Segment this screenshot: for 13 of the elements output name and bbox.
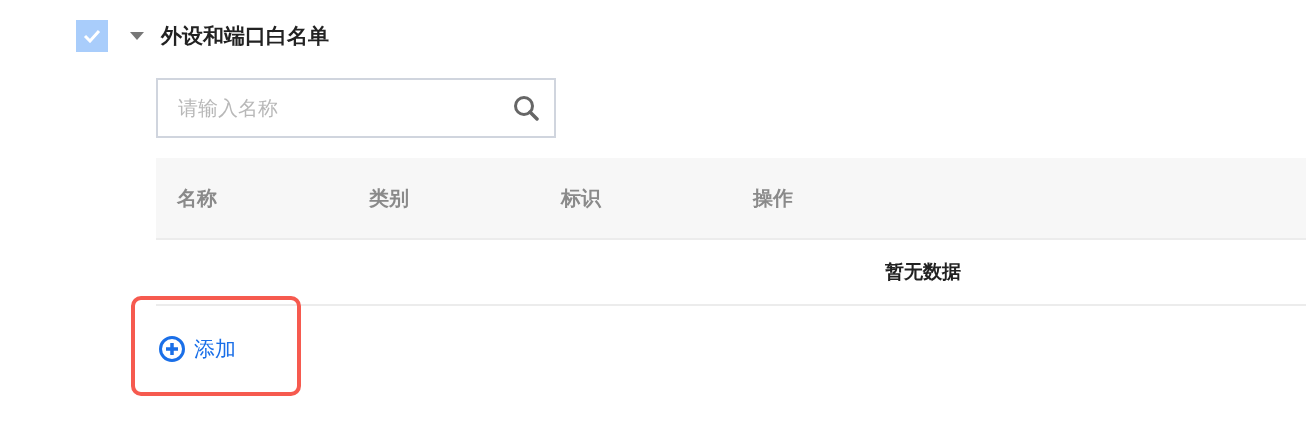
add-button[interactable]: 添加 (158, 306, 236, 392)
column-header: 操作 (751, 184, 794, 212)
search-icon[interactable] (513, 95, 539, 121)
column-header: 标识 (559, 184, 602, 212)
column-header: 名称 (176, 184, 218, 212)
caret-icon[interactable] (130, 32, 144, 40)
checkbox[interactable] (76, 20, 108, 52)
search-field[interactable]: 请输入名称 (156, 78, 556, 138)
plus-icon (158, 335, 186, 363)
empty-message: 暂无数据 (885, 259, 961, 284)
column-header: 类别 (368, 184, 410, 212)
section-title: 外设和端口白名单 (161, 23, 329, 50)
checkmark-icon (83, 29, 101, 43)
